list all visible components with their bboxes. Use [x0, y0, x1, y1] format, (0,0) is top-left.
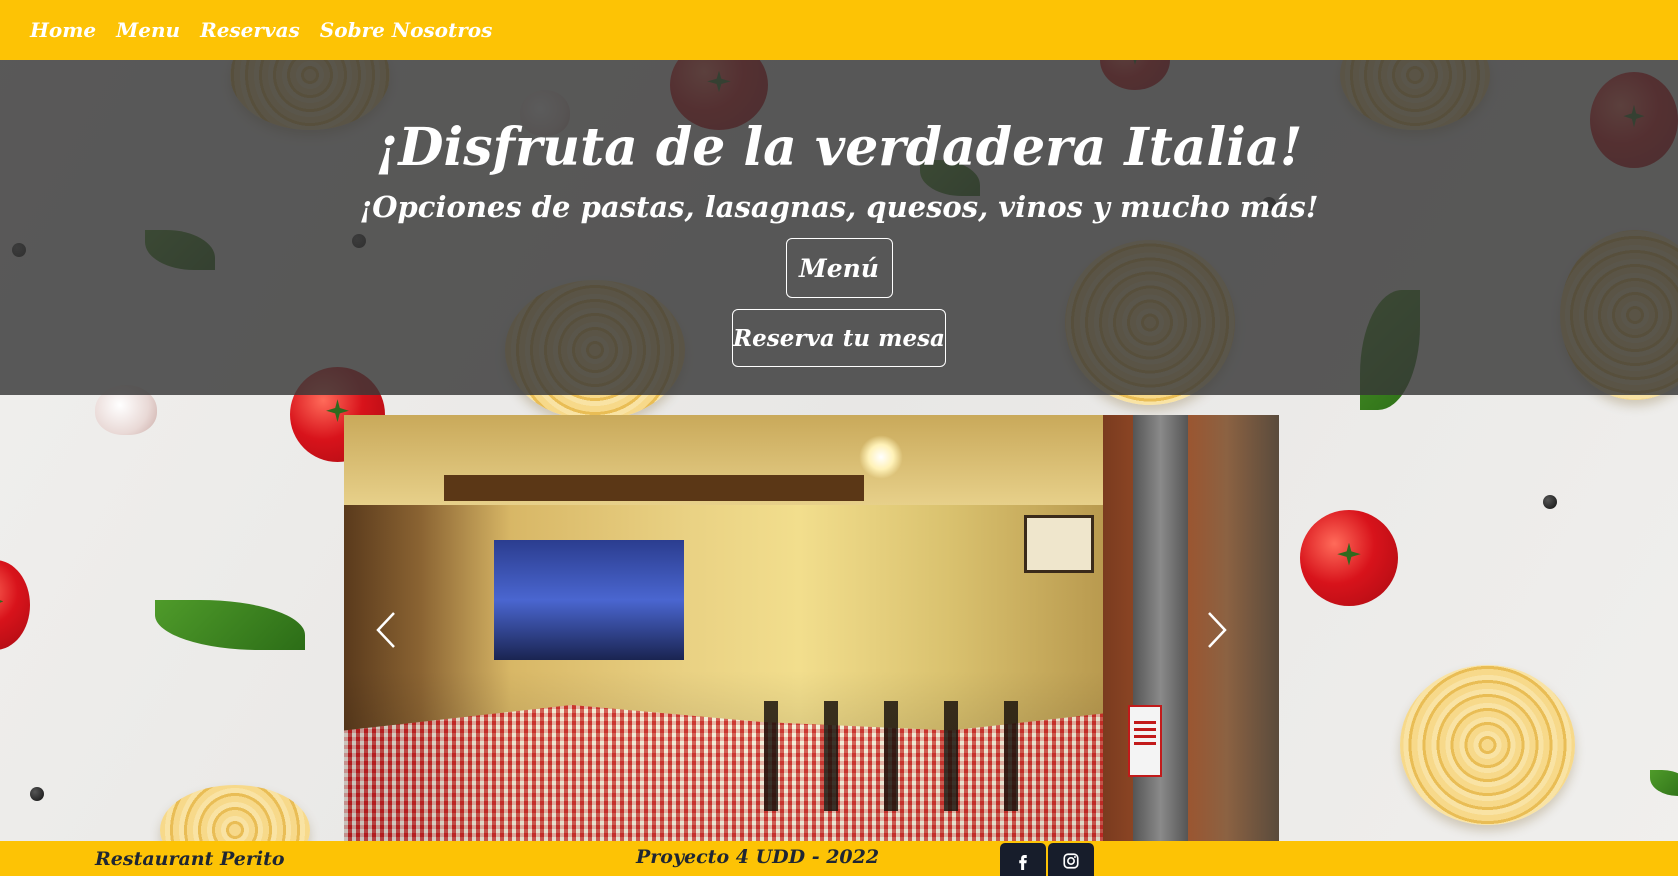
- hero-title: ¡Disfruta de la verdadera Italia!: [375, 117, 1303, 178]
- tomato-decoration: [0, 560, 30, 650]
- hero-subtitle: ¡Opciones de pastas, lasagnas, quesos, v…: [359, 190, 1319, 224]
- social-links: [1000, 843, 1094, 876]
- facebook-icon: [1019, 855, 1027, 870]
- menu-button[interactable]: Menú: [785, 238, 893, 298]
- page-footer: Restaurant Perito Proyecto 4 UDD - 2022: [0, 841, 1678, 876]
- instagram-icon: [1063, 853, 1079, 869]
- tomato-decoration: [1300, 510, 1398, 606]
- chevron-right-icon: [1208, 612, 1227, 648]
- carousel-next-button[interactable]: [1197, 605, 1237, 655]
- restaurant-exterior-photo: [1103, 415, 1279, 841]
- instagram-button[interactable]: [1048, 843, 1094, 876]
- nav-link-home[interactable]: Home: [30, 18, 96, 42]
- reserve-table-button[interactable]: Reserva tu mesa: [732, 309, 946, 367]
- pepper-decoration: [1543, 495, 1557, 509]
- facebook-button[interactable]: [1000, 843, 1046, 876]
- basil-decoration: [155, 600, 305, 650]
- hero-banner: ¡Disfruta de la verdadera Italia! ¡Opcio…: [0, 60, 1678, 395]
- restaurant-photo-carousel: [344, 415, 1279, 841]
- nav-link-sobre-nosotros[interactable]: Sobre Nosotros: [320, 18, 493, 42]
- footer-brand: Restaurant Perito: [95, 848, 285, 870]
- pasta-decoration: [1400, 665, 1575, 825]
- pepper-decoration: [30, 787, 44, 801]
- basil-decoration: [1650, 770, 1678, 796]
- nav-link-menu[interactable]: Menu: [116, 18, 180, 42]
- nav-link-reservas[interactable]: Reservas: [200, 18, 300, 42]
- chevron-left-icon: [376, 612, 395, 648]
- footer-project-credit: Proyecto 4 UDD - 2022: [636, 846, 880, 868]
- carousel-prev-button[interactable]: [366, 605, 406, 655]
- top-navbar: Home Menu Reservas Sobre Nosotros: [0, 0, 1678, 60]
- restaurant-interior-photo: [344, 415, 1103, 841]
